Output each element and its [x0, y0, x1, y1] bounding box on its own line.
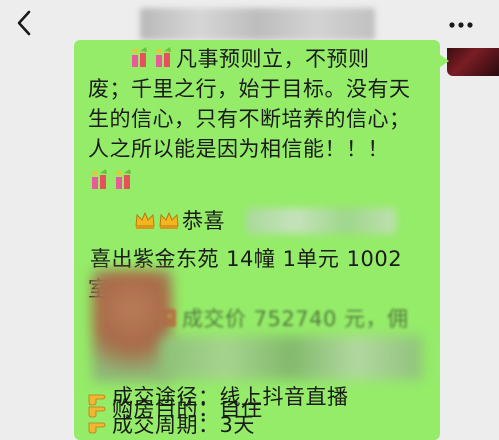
- message-text: 成交价 752740 元，佣: [182, 307, 409, 331]
- chat-title-blurred: [140, 8, 375, 40]
- message-text: 购房目的：自住: [112, 397, 263, 421]
- pointing-hand-emoji-icon: [88, 406, 106, 418]
- deal-price-line: 成交价 752740 元，佣: [134, 306, 409, 332]
- emoji-row: [88, 168, 136, 194]
- back-arrow-icon[interactable]: [10, 8, 40, 38]
- message-line: 人之所以能是因为相信能！！！: [88, 137, 389, 161]
- blurred-name: [246, 208, 396, 234]
- message-text: 凡事预则立，不预则: [176, 47, 370, 71]
- message-line: 喜出紫金东苑 14幢 1单元 1002: [90, 247, 403, 271]
- message-line: 生的信心，只有不断培养的信心；: [88, 107, 411, 131]
- blurred-text: [160, 336, 422, 380]
- crown-emoji-icon: [135, 211, 155, 229]
- message-line: 凡事预则立，不预则: [128, 46, 370, 72]
- message-line: 废；千里之行，始于目标。没有天: [88, 77, 411, 101]
- firework-emoji-icon: [155, 47, 171, 67]
- crown-emoji-icon: [159, 211, 179, 229]
- chat-area[interactable]: 凡事预则立，不预则 废；千里之行，始于目标。没有天 生的信心，只有不断培养的信心…: [0, 40, 499, 440]
- firework-emoji-icon: [115, 169, 131, 189]
- congrats-line: 恭喜: [134, 208, 225, 234]
- message-bubble[interactable]: 凡事预则立，不预则 废；千里之行，始于目标。没有天 生的信心，只有不断培养的信心…: [74, 40, 449, 440]
- message-text: 恭喜: [182, 209, 225, 233]
- firework-emoji-icon: [91, 169, 107, 189]
- firework-emoji-icon: [131, 47, 147, 67]
- purchase-purpose-line: 购房目的：自住: [88, 396, 263, 422]
- more-dots-icon[interactable]: [446, 10, 476, 40]
- avatar[interactable]: [447, 48, 499, 76]
